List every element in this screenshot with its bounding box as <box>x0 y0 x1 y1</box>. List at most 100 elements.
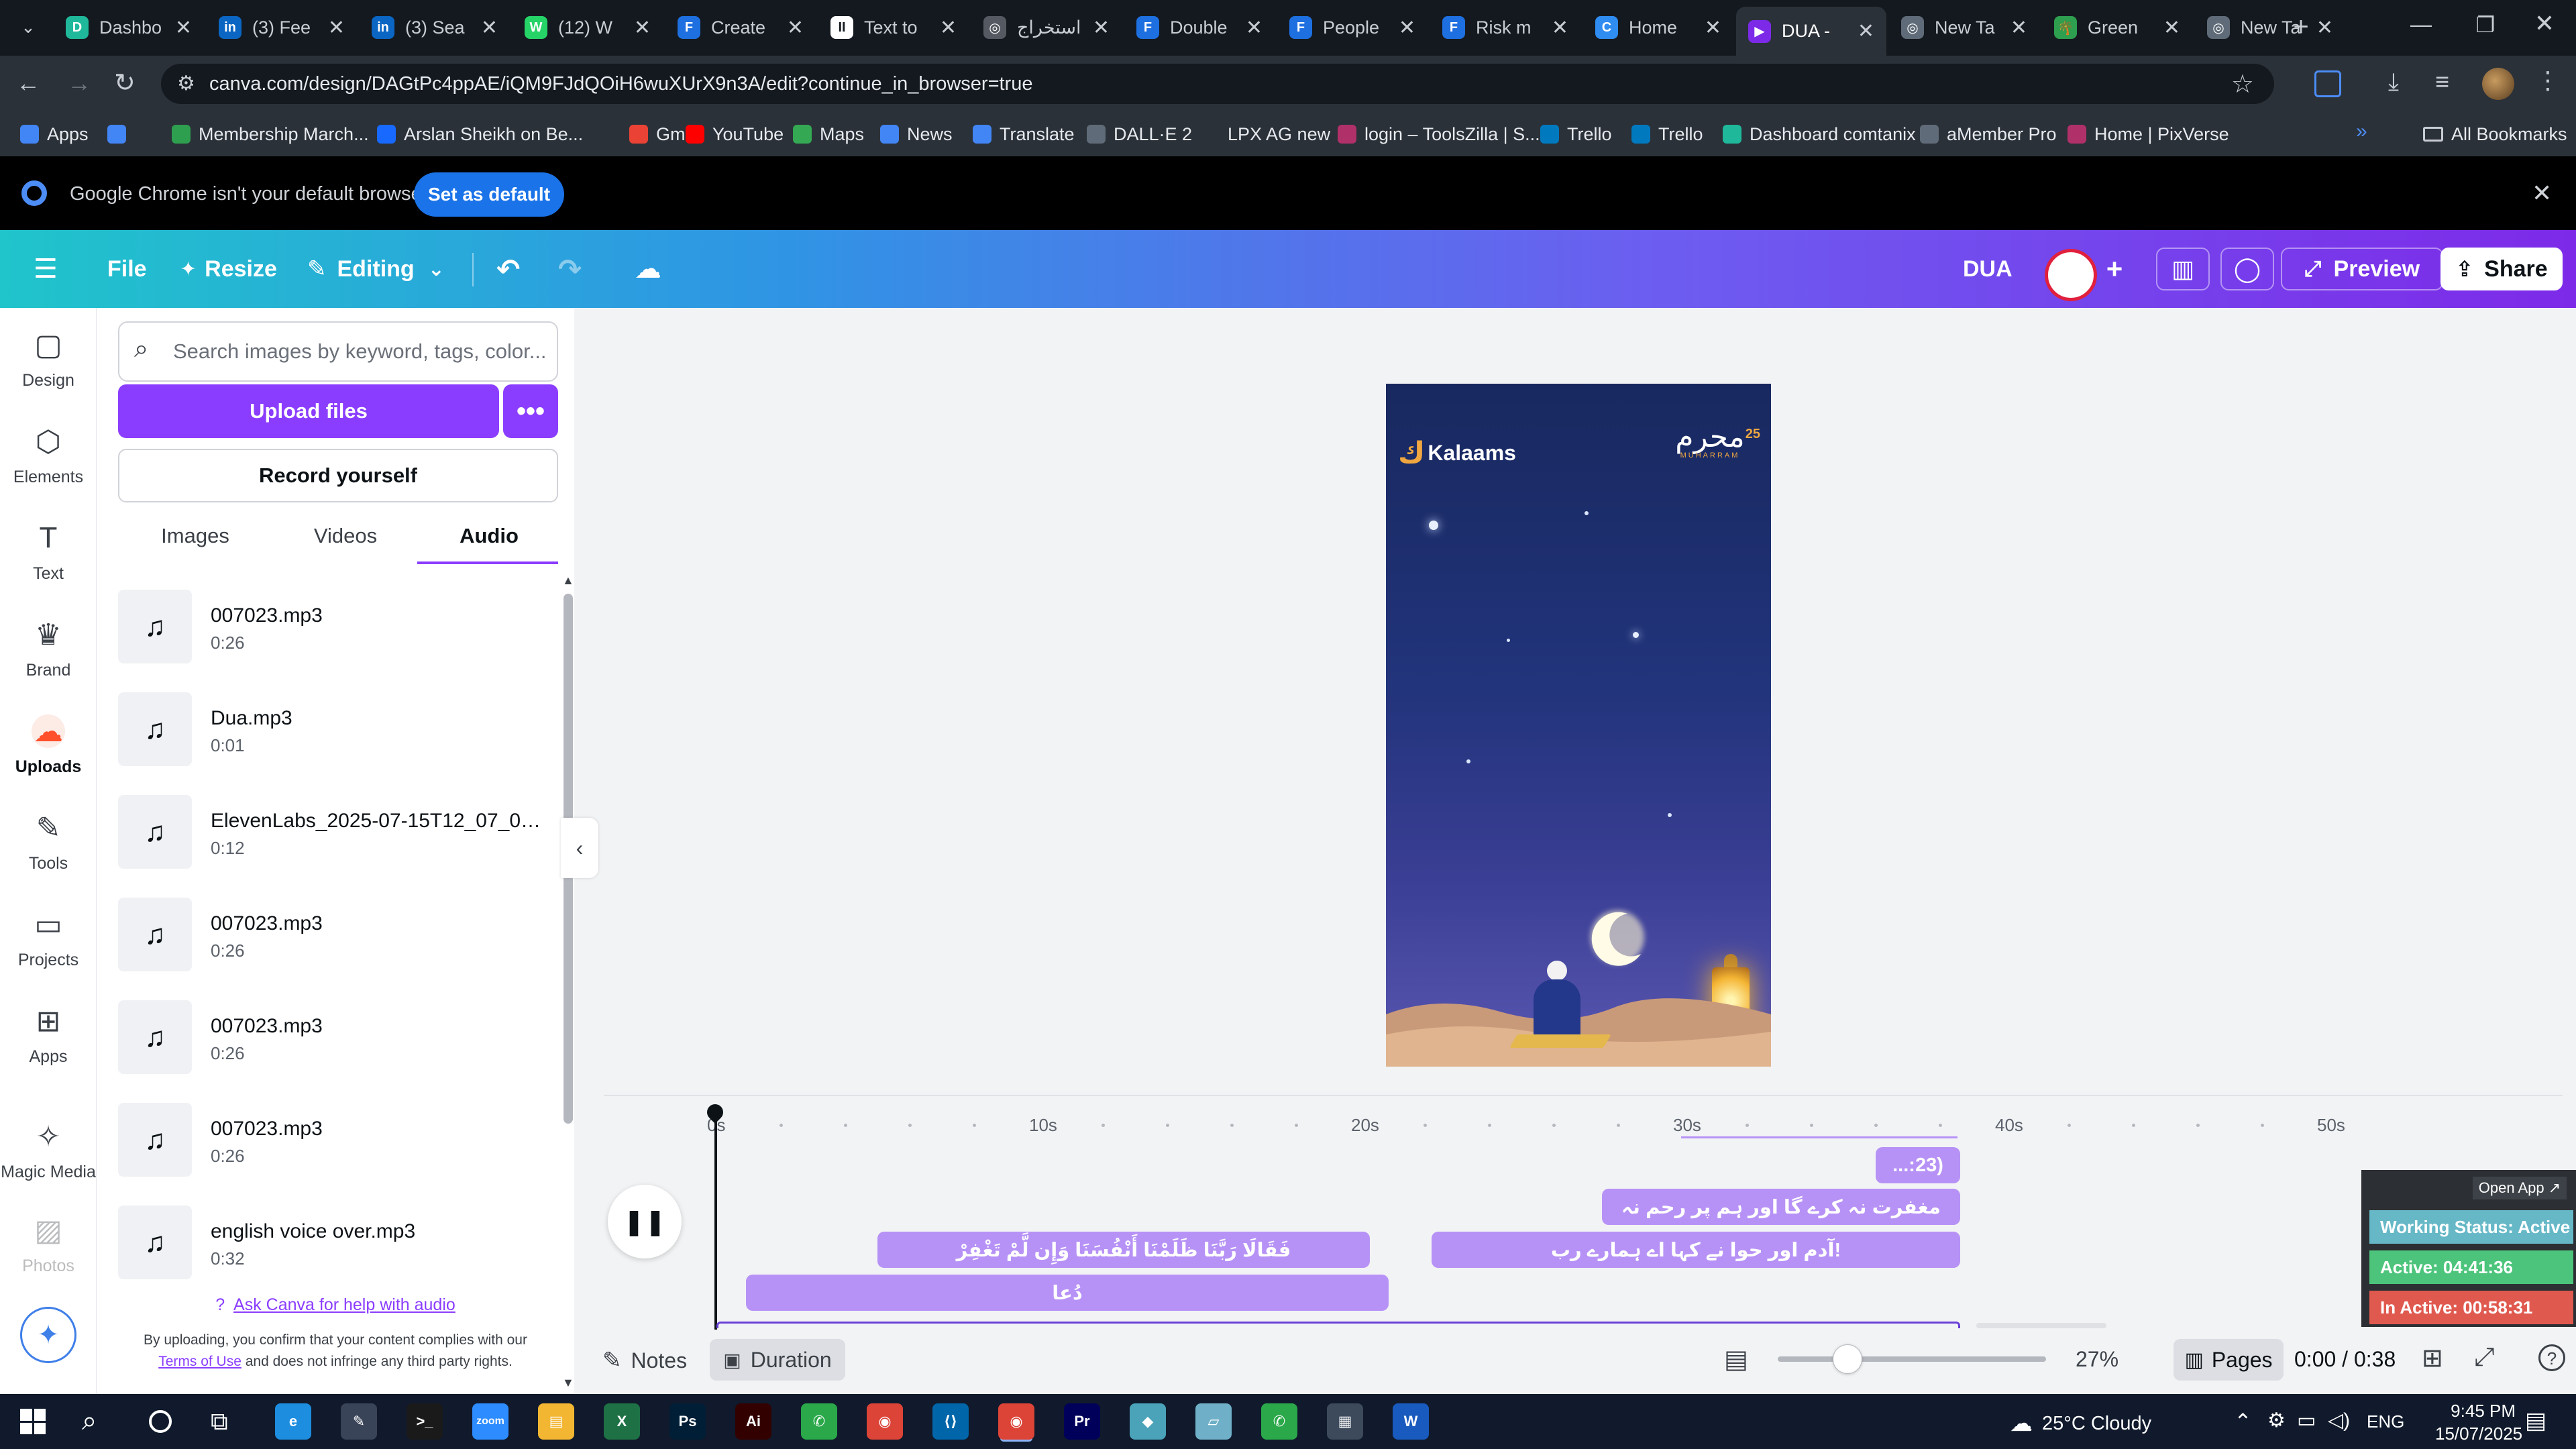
page-track[interactable] <box>716 1322 1960 1328</box>
network-icon[interactable]: ▭ <box>2297 1409 2316 1432</box>
tab-close-icon[interactable]: ✕ <box>1858 19 1874 43</box>
notifications-icon[interactable]: ▤ <box>2525 1407 2546 1434</box>
upload-files-button[interactable]: Upload files <box>118 384 499 438</box>
redo-icon[interactable]: ↷ <box>558 250 582 288</box>
canva-assistant-button[interactable]: ✦ <box>20 1307 76 1363</box>
tab-close-icon[interactable]: ✕ <box>1093 16 1110 40</box>
tab-close-icon[interactable]: ✕ <box>940 16 957 40</box>
open-app-button[interactable]: Open App ↗ <box>2473 1177 2567 1199</box>
bookmark-item[interactable]: News <box>880 121 953 147</box>
green-app-icon[interactable]: ✆ <box>801 1403 837 1440</box>
search-input[interactable]: ⌕ Search images by keyword, tags, color.… <box>118 321 558 382</box>
duration-button[interactable]: ▣ Duration <box>710 1339 845 1381</box>
tab-close-icon[interactable]: ✕ <box>328 16 345 40</box>
site-info-icon[interactable]: ⚙ <box>177 72 195 95</box>
browser-tab[interactable]: ◎ New Ta ✕ <box>2195 7 2345 48</box>
audio-item[interactable]: ♫ 007023.mp3 0:26 <box>118 590 547 663</box>
timeline-clip[interactable]: !آدم اور حوا نے کہا اے ہمارے رب <box>1432 1232 1960 1268</box>
tab-search-chevron-icon[interactable]: ⌄ <box>15 13 42 40</box>
rail-item-tools[interactable]: ✎ Tools <box>0 811 97 873</box>
clock[interactable]: 9:45 PM 15/07/2025 <box>2435 1399 2522 1445</box>
add-collaborator-icon[interactable]: + <box>2094 248 2135 290</box>
premiere-icon[interactable]: Pr <box>1064 1403 1100 1440</box>
zoom-icon[interactable]: zoom <box>472 1403 508 1440</box>
browser-tab[interactable]: F Double ✕ <box>1124 7 1275 48</box>
back-icon[interactable]: ← <box>16 69 40 97</box>
bookmark-item[interactable]: Maps <box>793 121 864 147</box>
terminal-icon[interactable]: >_ <box>407 1403 443 1440</box>
design-page[interactable]: ك Kalaams محرم 25 MUHARRAM <box>1386 384 1771 1067</box>
rail-item-photos[interactable]: ▨ Photos <box>0 1214 97 1276</box>
chrome-active-icon[interactable]: ◉ <box>998 1403 1034 1440</box>
audio-item[interactable]: ♫ 007023.mp3 0:26 <box>118 898 547 971</box>
zoom-slider[interactable] <box>1778 1344 2046 1374</box>
collapse-panel-button[interactable]: ‹ <box>561 818 598 878</box>
fullscreen-icon[interactable]: ⤢ <box>2474 1343 2494 1372</box>
excel-icon[interactable]: X <box>604 1403 640 1440</box>
rail-item-elements[interactable]: ⬡ Elements <box>0 425 97 487</box>
timeline-clip[interactable]: (23:... <box>1876 1147 1960 1183</box>
terms-of-use-link[interactable]: Terms of Use <box>158 1354 241 1369</box>
edge-icon[interactable]: e <box>275 1403 311 1440</box>
start-button[interactable] <box>20 1409 46 1434</box>
tab-close-icon[interactable]: ✕ <box>634 16 651 40</box>
browser-tab[interactable]: W (12) W ✕ <box>513 7 663 48</box>
rail-item-magic-media[interactable]: ✧ Magic Media <box>0 1120 97 1182</box>
zoom-slider-thumb[interactable] <box>1833 1344 1862 1374</box>
page-layout-icon[interactable]: ▤ <box>1724 1344 1748 1375</box>
bookmark-item[interactable] <box>107 121 134 147</box>
notes-button[interactable]: ✎ Notes <box>602 1347 687 1374</box>
vscode-icon[interactable]: ⟨⟩ <box>932 1403 969 1440</box>
tab-audio[interactable]: Audio <box>432 524 546 553</box>
document-title[interactable]: DUA <box>1963 250 2012 288</box>
bookmark-item[interactable]: DALL·E 2 <box>1087 121 1192 147</box>
tab-close-icon[interactable]: ✕ <box>2316 16 2333 40</box>
window-minimize-button[interactable]: — <box>2404 12 2438 42</box>
bookmark-item[interactable]: LPX AG new <box>1201 121 1330 147</box>
browser-tab[interactable]: ▶ DUA - ✕ <box>1736 7 1886 56</box>
rail-item-text[interactable]: T Text <box>0 521 97 584</box>
word-icon[interactable]: W <box>1393 1403 1429 1440</box>
new-tab-button[interactable]: + <box>2288 11 2314 43</box>
timeline-clip[interactable]: مغفرت نہ کرے گا اور ہم پر رحم نہ <box>1602 1189 1960 1225</box>
resize-button[interactable]: ✦ Resize <box>180 250 277 288</box>
tab-close-icon[interactable]: ✕ <box>2010 16 2027 40</box>
cortana-icon[interactable] <box>149 1410 172 1433</box>
app-folder-icon[interactable]: ▱ <box>1195 1403 1232 1440</box>
extensions-icon[interactable] <box>2314 70 2341 97</box>
pages-button[interactable]: ▥ Pages <box>2174 1339 2284 1381</box>
tab-images[interactable]: Images <box>138 524 252 553</box>
audio-item[interactable]: ♫ english voice over.mp3 0:32 <box>118 1205 547 1279</box>
window-restore-button[interactable]: ❐ <box>2469 12 2502 42</box>
grid-view-icon[interactable]: ⊞ <box>2422 1343 2443 1373</box>
editing-mode-dropdown[interactable]: ✎ Editing ⌄ <box>307 250 445 288</box>
rail-item-apps[interactable]: ⊞ Apps <box>0 1004 97 1067</box>
media-control-icon[interactable]: ≡ <box>2435 68 2449 96</box>
audio-item[interactable]: ♫ 007023.mp3 0:26 <box>118 1000 547 1074</box>
browser-tab[interactable]: ◎ New Ta ✕ <box>1889 7 2039 48</box>
chrome-icon[interactable]: ◉ <box>867 1403 903 1440</box>
browser-tab[interactable]: ◎ استخراج ✕ <box>971 7 1122 48</box>
browser-tab[interactable]: II Text to ✕ <box>818 7 969 48</box>
main-menu-icon[interactable]: ☰ <box>34 250 58 288</box>
window-close-button[interactable]: ✕ <box>2528 9 2561 43</box>
tab-close-icon[interactable]: ✕ <box>1552 16 1568 40</box>
share-button[interactable]: ⇪ Share <box>2440 248 2563 290</box>
profile-avatar[interactable] <box>2482 68 2514 100</box>
downloads-icon[interactable]: ⤓ <box>2388 68 2399 97</box>
infobar-close-icon[interactable]: ✕ <box>2532 179 2552 207</box>
scroll-down-arrow[interactable]: ▼ <box>562 1376 574 1390</box>
bookmark-item[interactable]: Trello <box>1540 121 1612 147</box>
rail-item-design[interactable]: ▢ Design <box>0 328 97 390</box>
task-view-icon[interactable]: ⧉ <box>211 1407 228 1436</box>
browser-tab[interactable]: C Home ✕ <box>1583 7 1733 48</box>
app-diamond-icon[interactable]: ◆ <box>1130 1403 1166 1440</box>
browser-tab[interactable]: in (3) Sea ✕ <box>360 7 510 48</box>
tab-close-icon[interactable]: ✕ <box>1246 16 1263 40</box>
cloud-saved-icon[interactable]: ☁ <box>635 250 661 288</box>
explorer-icon[interactable]: ▤ <box>538 1403 574 1440</box>
record-yourself-button[interactable]: Record yourself <box>118 449 558 502</box>
all-bookmarks-button[interactable]: All Bookmarks <box>2423 121 2567 147</box>
volume-icon[interactable]: ◁) <box>2328 1409 2350 1432</box>
bookmark-item[interactable]: login – ToolsZilla | S... <box>1338 121 1540 147</box>
